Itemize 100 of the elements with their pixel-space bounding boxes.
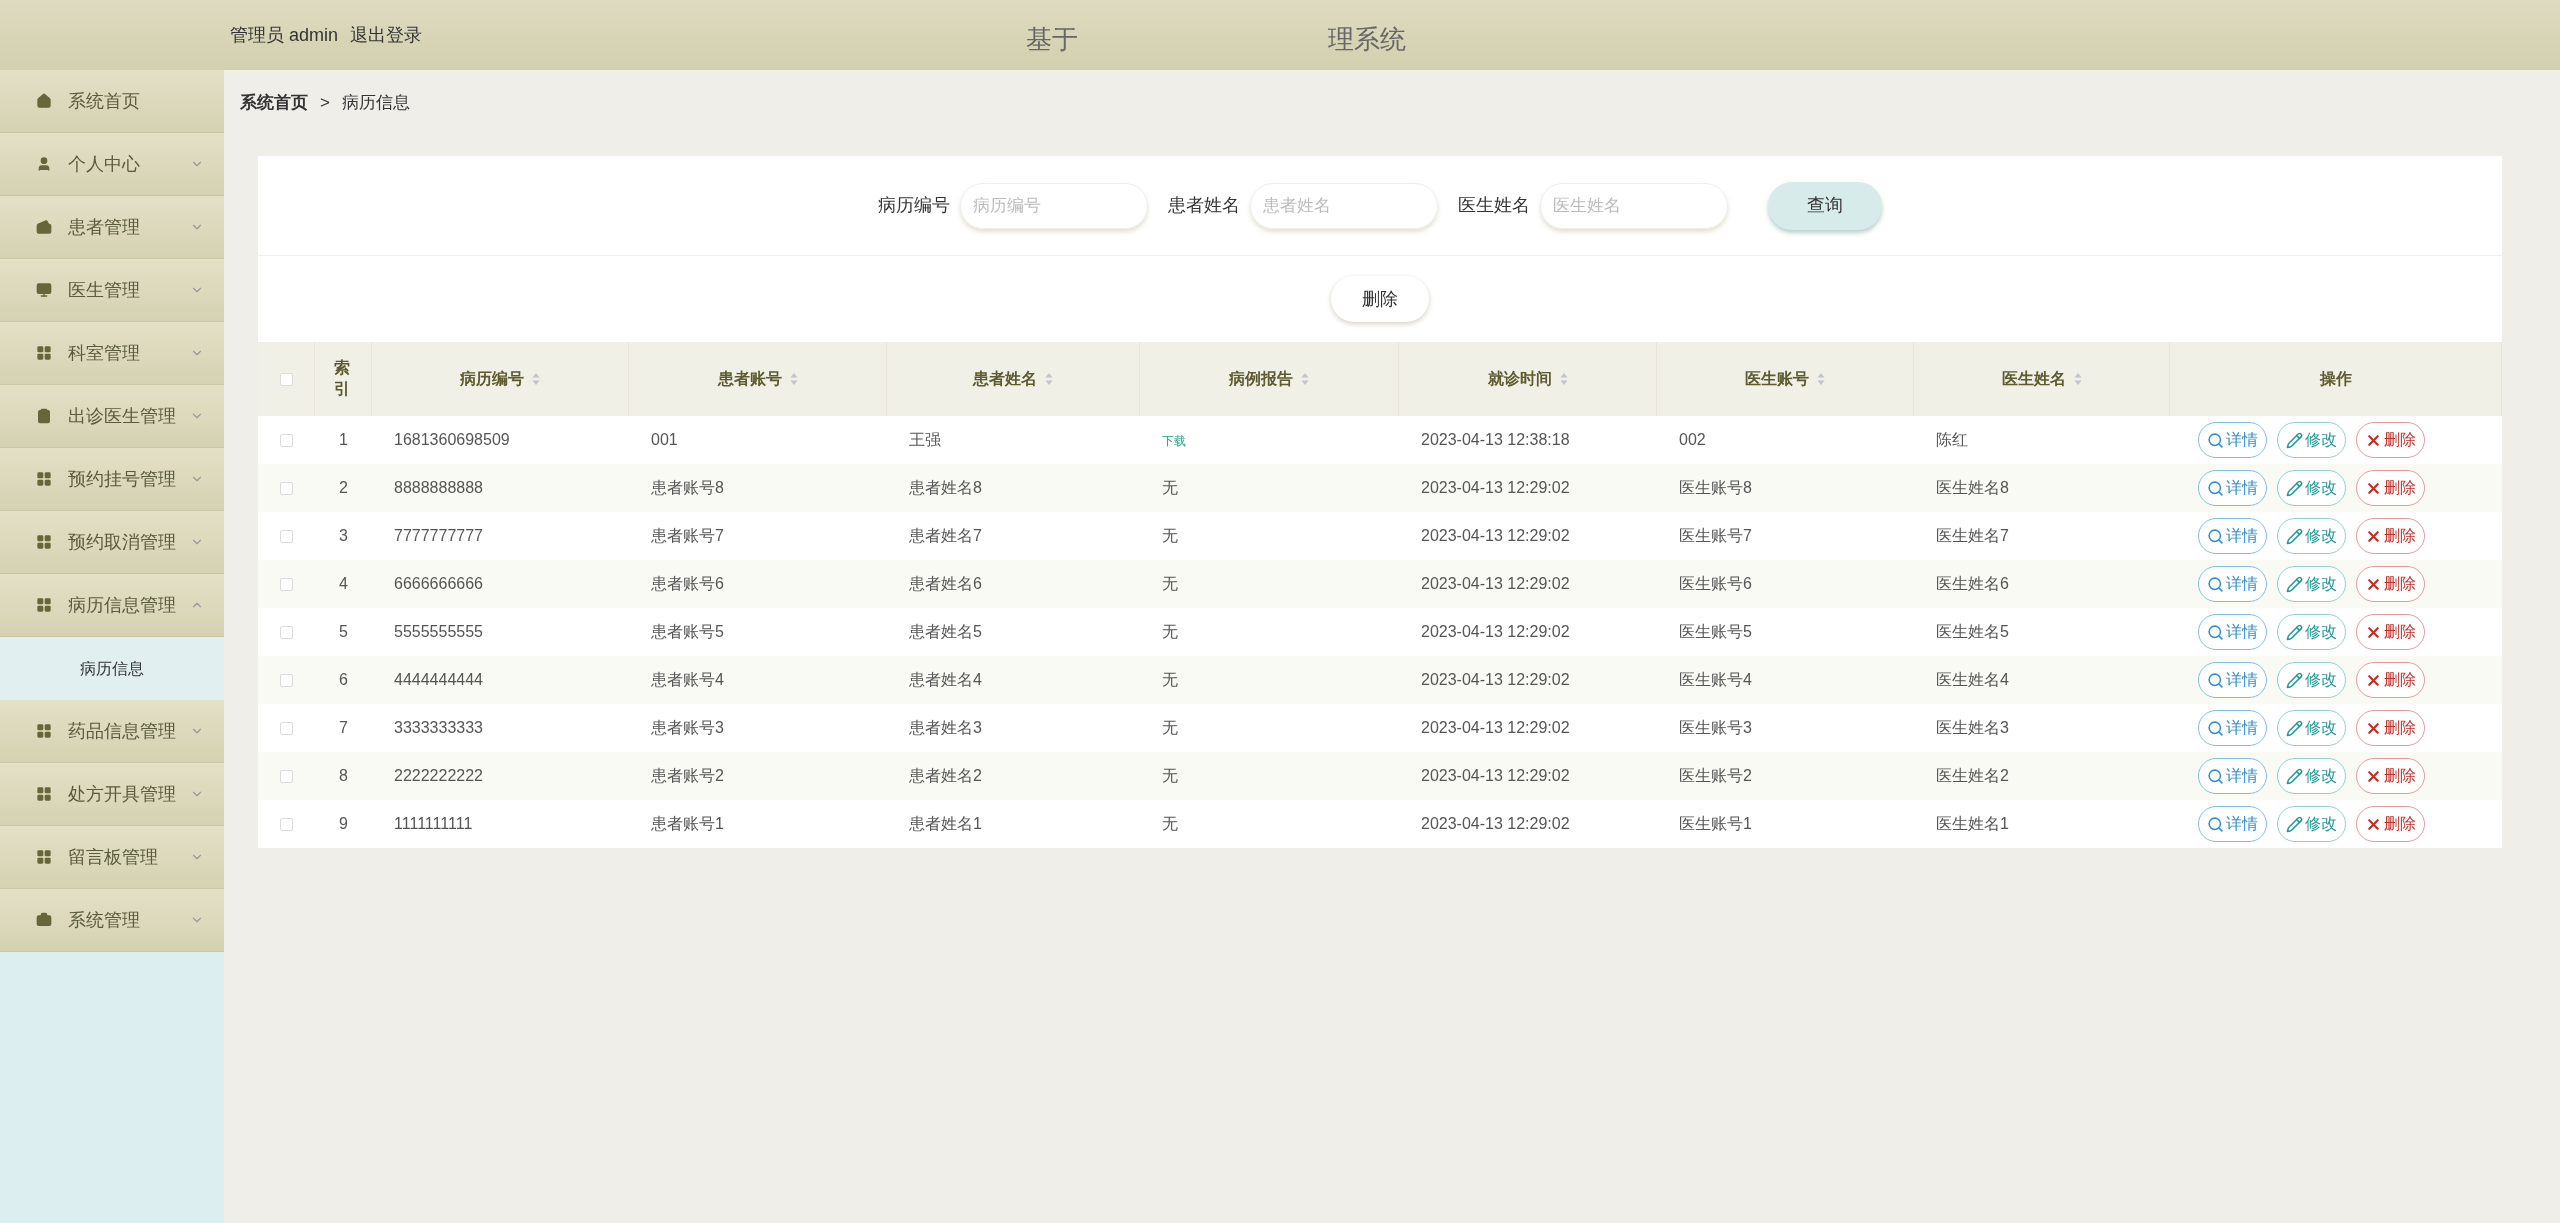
sidebar-item[interactable]: 科室管理	[0, 322, 224, 385]
view-button[interactable]: 详情	[2198, 422, 2267, 458]
sidebar-item[interactable]: 药品信息管理	[0, 700, 224, 763]
edit-button[interactable]: 修改	[2277, 806, 2346, 842]
sidebar-item[interactable]: 留言板管理	[0, 826, 224, 889]
sidebar-item[interactable]: 预约挂号管理	[0, 448, 224, 511]
pencil-icon	[2286, 575, 2303, 593]
sort-icon[interactable]	[532, 372, 540, 386]
submenu-item[interactable]: 病历信息	[0, 637, 224, 700]
sort-icon[interactable]	[1817, 372, 1825, 386]
grid-icon	[36, 786, 52, 802]
sidebar-item[interactable]: 病历信息管理	[0, 574, 224, 637]
delete-button[interactable]: 删除	[2356, 662, 2425, 698]
column-header[interactable]: 医生姓名	[2001, 367, 2066, 391]
view-button[interactable]: 详情	[2198, 806, 2267, 842]
search-icon	[2207, 719, 2224, 737]
table-cell: 002	[1679, 431, 1706, 448]
row-checkbox[interactable]	[280, 817, 293, 831]
view-button[interactable]: 详情	[2198, 710, 2267, 746]
edit-button[interactable]: 修改	[2277, 614, 2346, 650]
column-header[interactable]: 患者姓名	[973, 367, 1037, 391]
breadcrumb-link[interactable]: 系统首页	[240, 90, 308, 116]
sidebar-item[interactable]: 处方开具管理	[0, 763, 224, 826]
sort-icon[interactable]	[1301, 372, 1309, 386]
download-link[interactable]: 下载	[1162, 434, 1186, 448]
logout-link[interactable]: 退出登录	[350, 21, 423, 49]
search-field[interactable]: 病历编号	[960, 182, 1148, 229]
edit-button[interactable]: 修改	[2277, 710, 2346, 746]
query-button[interactable]: 查询	[1768, 181, 1882, 230]
sidebar-item[interactable]: 患者管理	[0, 196, 224, 259]
delete-button[interactable]: 删除	[2356, 518, 2425, 554]
sidebar-item[interactable]: 系统管理	[0, 889, 224, 952]
table-cell: 1681360698509	[394, 431, 510, 448]
delete-button[interactable]: 删除	[2356, 614, 2425, 650]
sidebar-item[interactable]: 个人中心	[0, 133, 224, 196]
table-cell: 无	[1162, 719, 1178, 736]
row-checkbox[interactable]	[280, 529, 293, 543]
table-cell: 8888888888	[394, 479, 483, 496]
column-header[interactable]: 病例报告	[1229, 367, 1293, 391]
edit-button[interactable]: 修改	[2277, 662, 2346, 698]
delete-button[interactable]: 删除	[2356, 422, 2425, 458]
column-header[interactable]: 医生账号	[1745, 367, 1809, 391]
table-cell: 无	[1162, 767, 1178, 784]
delete-button[interactable]: 删除	[2356, 758, 2425, 794]
view-button[interactable]: 详情	[2198, 566, 2267, 602]
row-checkbox[interactable]	[280, 673, 293, 687]
column-header[interactable]: 操作	[2319, 367, 2352, 391]
delete-button[interactable]: 删除	[2356, 470, 2425, 506]
edit-button[interactable]: 修改	[2277, 470, 2346, 506]
delete-button[interactable]: 删除	[2356, 566, 2425, 602]
row-checkbox[interactable]	[280, 433, 293, 447]
column-header[interactable]: 患者账号	[717, 367, 782, 391]
row-checkbox[interactable]	[280, 577, 293, 591]
pencil-icon	[2286, 719, 2303, 737]
view-button[interactable]: 详情	[2198, 470, 2267, 506]
sidebar-item[interactable]: 出诊医生管理	[0, 385, 224, 448]
row-checkbox[interactable]	[280, 721, 293, 735]
view-button[interactable]: 详情	[2198, 518, 2267, 554]
table-cell: 医生账号1	[1679, 815, 1752, 832]
view-button[interactable]: 详情	[2198, 662, 2267, 698]
row-checkbox[interactable]	[280, 625, 293, 639]
sidebar-item[interactable]: 系统首页	[0, 70, 224, 133]
sort-icon[interactable]	[1045, 372, 1053, 386]
view-button[interactable]: 详情	[2198, 614, 2267, 650]
edit-button[interactable]: 修改	[2277, 518, 2346, 554]
monitor-icon	[36, 282, 52, 298]
view-button[interactable]: 详情	[2198, 758, 2267, 794]
grid-icon	[36, 597, 52, 613]
sidebar-label: 预约挂号管理	[68, 467, 177, 491]
pencil-icon	[2286, 767, 2303, 785]
column-header[interactable]: 病历编号	[460, 367, 524, 391]
delete-button[interactable]: 删除	[2356, 806, 2425, 842]
table-cell: 患者账号4	[651, 671, 724, 688]
table-cell: 无	[1162, 479, 1178, 496]
row-checkbox[interactable]	[280, 481, 293, 495]
edit-button[interactable]: 修改	[2277, 758, 2346, 794]
sidebar-label: 系统首页	[68, 89, 141, 113]
delete-button[interactable]: 删除	[1331, 276, 1429, 322]
row-checkbox[interactable]	[280, 769, 293, 783]
search-field[interactable]: 患者姓名	[1250, 182, 1438, 229]
sort-icon[interactable]	[2073, 372, 2082, 386]
search-icon	[2207, 815, 2224, 833]
sort-icon[interactable]	[789, 372, 798, 386]
search-field[interactable]: 医生姓名	[1540, 182, 1728, 229]
table-cell: 1111111111	[394, 815, 473, 832]
row-checkbox[interactable]	[279, 372, 293, 386]
edit-button[interactable]: 修改	[2277, 422, 2346, 458]
column-header[interactable]: 就诊时间	[1487, 367, 1552, 391]
sidebar-item[interactable]: 预约取消管理	[0, 511, 224, 574]
grid-icon	[36, 849, 52, 865]
field-label: 医生姓名	[1458, 194, 1530, 217]
home-icon	[36, 93, 52, 109]
sidebar-item[interactable]: 医生管理	[0, 259, 224, 322]
column-header[interactable]: 索引	[334, 358, 352, 400]
table-cell: 医生姓名1	[1936, 815, 2009, 832]
sort-icon[interactable]	[1559, 372, 1568, 386]
delete-button[interactable]: 删除	[2356, 710, 2425, 746]
edit-button[interactable]: 修改	[2277, 566, 2346, 602]
table-cell: 患者账号3	[651, 719, 724, 736]
table-cell: 患者姓名8	[909, 479, 982, 496]
